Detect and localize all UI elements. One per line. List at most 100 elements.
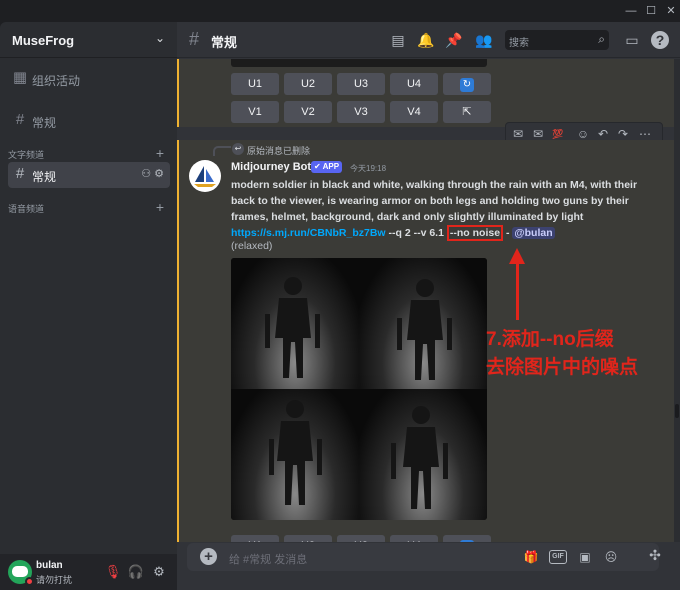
apps-icon[interactable]: ✣	[645, 547, 665, 567]
category-label: 语音频道	[8, 204, 45, 214]
bot-avatar[interactable]	[189, 160, 221, 192]
user-mention[interactable]: @bulan	[512, 227, 555, 239]
annotation-arrow	[516, 262, 519, 320]
hash-icon: #	[15, 165, 25, 182]
mode-label: (relaxed)	[231, 240, 273, 252]
annotation-line-1: 7.添加--no后缀	[486, 329, 614, 350]
channel-settings-icon[interactable]: ⚇ ⚙	[141, 167, 164, 180]
sidebar-item-general[interactable]: # 常规 ⚇ ⚙	[8, 162, 170, 188]
u2-button[interactable]: U2	[284, 535, 332, 542]
close-button[interactable]: ✕	[660, 3, 680, 19]
inbox-icon[interactable]: ▭	[623, 31, 641, 49]
u4-button[interactable]: U4	[390, 535, 438, 542]
sailboat-icon	[194, 166, 216, 187]
gif-icon[interactable]: GIF	[549, 550, 567, 564]
sidebar-item-label: 常规	[32, 170, 57, 184]
v3-button[interactable]: V3	[337, 101, 385, 123]
timestamp: 今天19:18	[350, 164, 387, 173]
sidebar-item-events[interactable]: ▦ 组织活动	[8, 66, 170, 92]
annotation-line-2: 去除图片中的噪点	[486, 357, 639, 378]
refresh-icon: ↻	[460, 78, 474, 92]
maximize-button[interactable]: ☐	[640, 3, 662, 19]
category-voice-channels[interactable]: 语音频道 +	[8, 199, 170, 216]
previous-image-grid	[231, 59, 487, 67]
refresh-icon: ↻	[460, 540, 474, 542]
avatar[interactable]	[8, 560, 34, 586]
user-panel: bulan 请勿打扰 🎙 🎧 ⚙	[0, 554, 177, 590]
sidebar-item-general-top[interactable]: # 常规	[8, 108, 170, 134]
pin-icon[interactable]: 📌	[445, 31, 463, 49]
help-icon[interactable]: ?	[651, 31, 669, 49]
v2-button[interactable]: V2	[284, 101, 332, 123]
hash-icon: #	[189, 29, 200, 49]
server-name: MuseFrog	[12, 33, 75, 48]
web-link-button[interactable]: ⇱	[443, 101, 491, 123]
grid-image-2[interactable]	[359, 258, 487, 389]
search-icon: ⌕	[598, 32, 605, 46]
reply-text: 原始消息已删除	[247, 146, 311, 156]
add-channel-icon[interactable]: +	[156, 145, 164, 161]
message-list: U1 U2 U3 U4 ↻ V1 V2 V3 V4 ⇱ ✉ ✉ 💯 ☺ ↶ ↷ …	[177, 59, 674, 542]
grid-image-1[interactable]	[231, 258, 359, 389]
channel-title: 常规	[211, 35, 238, 50]
v1-button[interactable]: V1	[231, 101, 279, 123]
u3-button[interactable]: U3	[337, 73, 385, 95]
add-channel-icon[interactable]: +	[156, 199, 164, 215]
u1-button[interactable]: U1	[231, 73, 279, 95]
image-grid[interactable]	[231, 258, 487, 520]
grid-image-3[interactable]	[231, 389, 359, 520]
u3-button[interactable]: U3	[337, 535, 385, 542]
sidebar-item-label: 组织活动	[32, 74, 81, 88]
channel-header: # 常规 ▤ 🔔 📌 👥 搜索 ⌕ ▭ ?	[177, 22, 680, 58]
threads-icon[interactable]: ▤	[389, 31, 407, 49]
title-bar: — ☐ ✕	[0, 0, 680, 22]
chevron-down-icon: ⌄	[154, 31, 165, 45]
v4-button[interactable]: V4	[390, 101, 438, 123]
prompt-link[interactable]: https://s.mj.run/CBNbR_bz7Bw	[231, 227, 386, 239]
user-status: 请勿打扰	[36, 575, 73, 585]
channel-sidebar: MuseFrog ⌄ ▦ 组织活动 # 常规 文字频道 + # 常规 ⚇ ⚙ 语…	[0, 22, 177, 590]
external-link-icon: ⇱	[462, 106, 472, 118]
mic-muted-icon[interactable]: 🎙	[104, 563, 122, 581]
u4-button[interactable]: U4	[390, 73, 438, 95]
reply-connector	[213, 146, 231, 156]
sticker-icon[interactable]: ▣	[577, 549, 593, 565]
grid-image-4[interactable]	[359, 389, 487, 520]
reroll-button[interactable]: ↻	[443, 73, 491, 95]
prompt-params: --q 2 --v 6.1	[388, 227, 444, 239]
separator-dash: -	[505, 227, 510, 239]
scrollbar[interactable]	[674, 59, 680, 542]
user-settings-icon[interactable]: ⚙	[150, 563, 168, 581]
annotation-text: 7.添加--no后缀 去除图片中的噪点	[486, 326, 638, 382]
reply-icon: ↩	[232, 143, 244, 155]
search-input[interactable]: 搜索 ⌕	[505, 30, 609, 50]
reroll-button[interactable]: ↻	[443, 535, 491, 542]
category-text-channels[interactable]: 文字频道 +	[8, 145, 170, 162]
minimize-button[interactable]: —	[620, 3, 642, 19]
server-header[interactable]: MuseFrog ⌄	[0, 22, 177, 58]
chat-area: # 常规 ▤ 🔔 📌 👥 搜索 ⌕ ▭ ? U1 U2 U3 U4 ↻ V1 V…	[177, 22, 680, 590]
category-label: 文字频道	[8, 150, 45, 160]
sidebar-item-label: 常规	[32, 116, 57, 130]
u1-button[interactable]: U1	[231, 535, 279, 542]
previous-message: U1 U2 U3 U4 ↻ V1 V2 V3 V4 ⇱	[177, 59, 674, 127]
add-attachment-icon[interactable]: +	[200, 548, 217, 565]
dnd-status-icon	[25, 577, 34, 586]
message-composer[interactable]: + 给 #常规 发消息 🎁 GIF ▣ ☹	[187, 543, 659, 571]
hash-icon: #	[15, 111, 25, 128]
calendar-icon: ▦	[12, 69, 28, 86]
gift-icon[interactable]: 🎁	[523, 549, 539, 565]
members-icon[interactable]: 👥	[475, 31, 493, 49]
discord-window: — ☐ ✕ MuseFrog ⌄ ▦ 组织活动 # 常规 文字频道 + # 常规…	[0, 0, 680, 590]
author-name[interactable]: Midjourney Bot	[231, 161, 311, 173]
u2-button[interactable]: U2	[284, 73, 332, 95]
headphones-icon[interactable]: 🎧	[127, 563, 145, 581]
search-placeholder: 搜索	[509, 38, 529, 49]
bell-icon[interactable]: 🔔	[417, 31, 435, 49]
app-badge: ✔ APP	[311, 161, 343, 173]
emoji-icon[interactable]: ☹	[603, 549, 619, 565]
username: bulan	[36, 560, 63, 571]
message-content: modern soldier in black and white, walki…	[231, 177, 641, 241]
prompt-text: modern soldier in black and white, walki…	[231, 179, 638, 223]
composer-placeholder: 给 #常规 发消息	[229, 554, 308, 566]
